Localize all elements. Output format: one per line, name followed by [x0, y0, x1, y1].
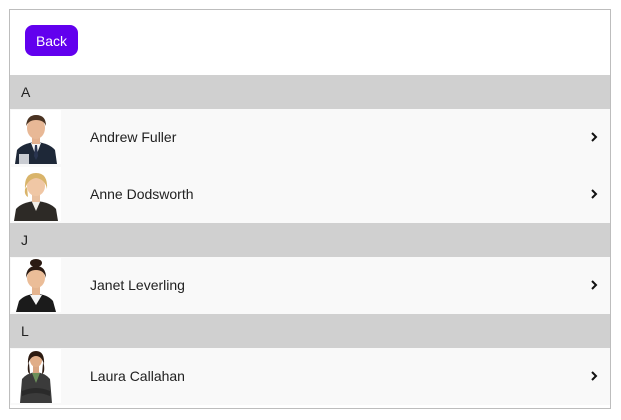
group-header-l: L: [10, 314, 610, 348]
woman-arms-crossed-avatar: [11, 349, 61, 403]
group-header-j: J: [10, 223, 610, 257]
list-item-janet-leverling[interactable]: Janet Leverling: [10, 257, 610, 314]
toolbar: Back: [10, 10, 610, 75]
chevron-right-icon: [591, 371, 598, 381]
contact-name: Janet Leverling: [90, 277, 185, 293]
man-in-suit-avatar: [11, 110, 61, 164]
list-item-andrew-fuller[interactable]: Andrew Fuller: [10, 109, 610, 166]
contacts-panel: Back A Andrew Fuller Anne Dodsworth J Ja…: [9, 9, 611, 409]
woman-dark-hair-avatar: [11, 258, 61, 312]
list-item-anne-dodsworth[interactable]: Anne Dodsworth: [10, 166, 610, 223]
chevron-right-icon: [591, 132, 598, 142]
chevron-right-icon: [591, 280, 598, 290]
chevron-right-icon: [591, 189, 598, 199]
woman-blonde-avatar: [11, 167, 61, 221]
group-header-a: A: [10, 75, 610, 109]
list-item-laura-callahan[interactable]: Laura Callahan: [10, 348, 610, 405]
contact-name: Andrew Fuller: [90, 129, 177, 145]
contact-list: A Andrew Fuller Anne Dodsworth J Janet L…: [10, 75, 610, 405]
contact-name: Laura Callahan: [90, 368, 185, 384]
contact-name: Anne Dodsworth: [90, 186, 194, 202]
back-button[interactable]: Back: [25, 25, 78, 56]
